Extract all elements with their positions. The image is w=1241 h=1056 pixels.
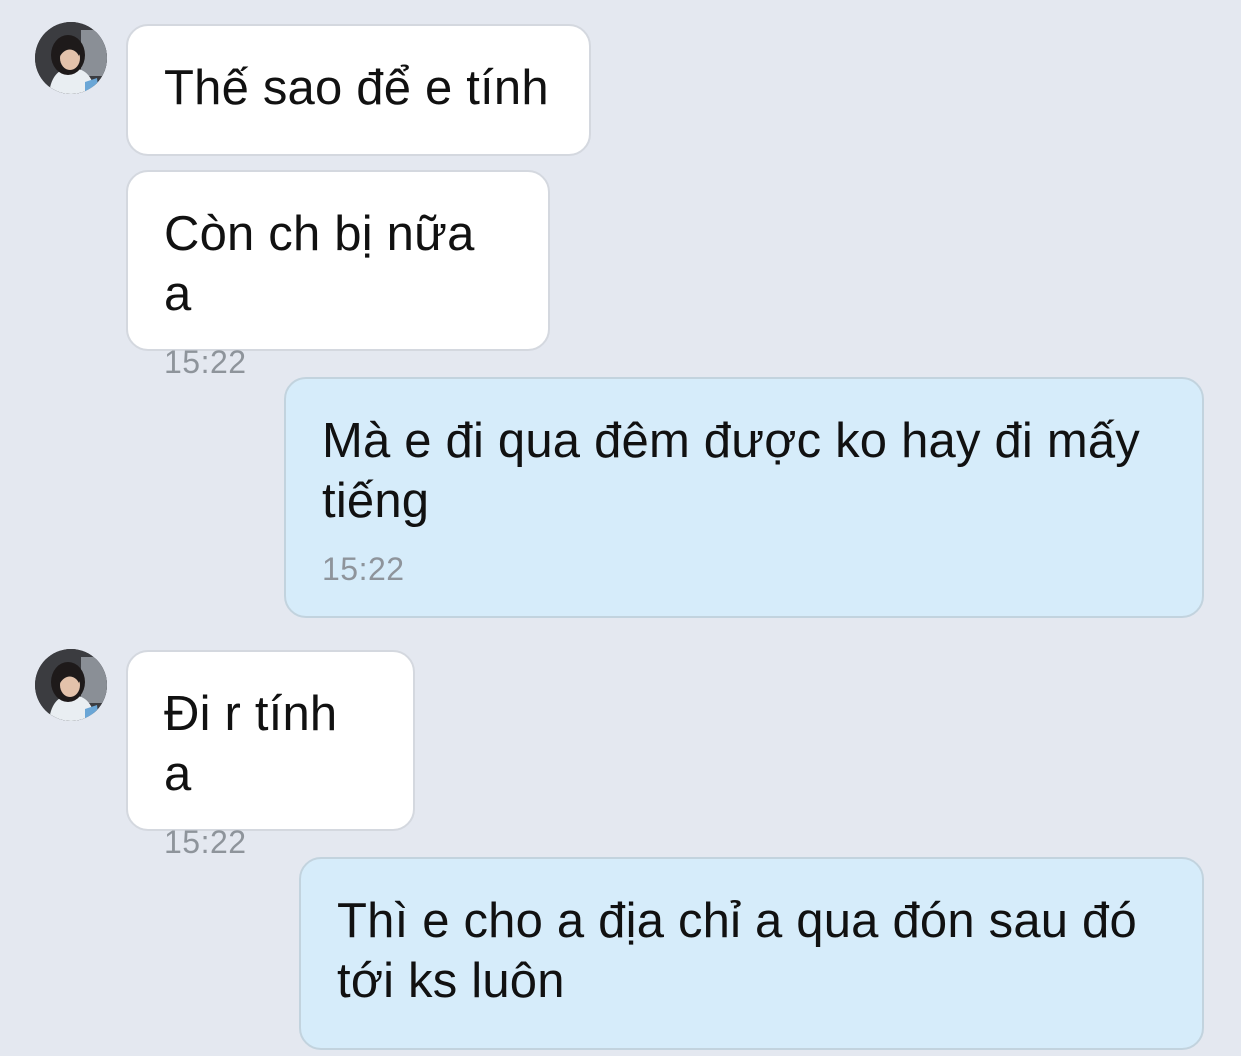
contact-avatar[interactable] [35,649,107,721]
incoming-message[interactable]: Đi r tính a 15:22 [126,650,415,860]
message-text: Mà e đi qua đêm được ko hay đi mấy tiếng [322,414,1141,528]
outgoing-message[interactable]: Mà e đi qua đêm được ko hay đi mấy tiếng… [284,377,1204,618]
message-timestamp: 15:22 [322,551,405,587]
message-text: Đi r tính a [164,687,338,801]
chat-view: { "messages": [ { "sender": "contact", "… [0,0,1241,1056]
message-timestamp: 15:22 [164,824,247,860]
incoming-message[interactable]: Còn ch bị nữa a 15:22 [126,170,550,380]
message-text: Thế sao để e tính [164,61,549,115]
incoming-message[interactable]: Thế sao để e tính [126,24,591,156]
message-text: Còn ch bị nữa a [164,207,475,321]
outgoing-message[interactable]: Thì e cho a địa chỉ a qua đón sau đó tới… [299,857,1204,1050]
contact-avatar[interactable] [35,22,107,94]
message-timestamp: 15:22 [164,344,247,380]
message-text: Thì e cho a địa chỉ a qua đón sau đó tới… [337,894,1137,1008]
